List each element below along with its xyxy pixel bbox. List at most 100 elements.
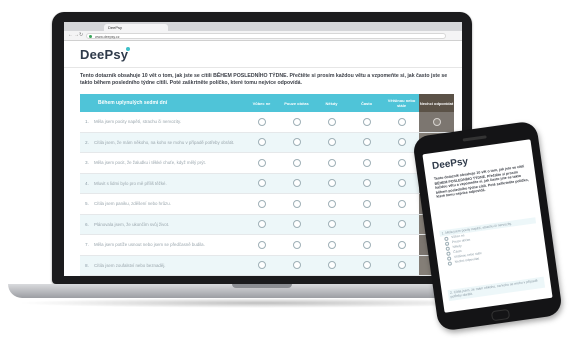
answer-radio[interactable] — [257, 199, 266, 208]
answer-radio[interactable] — [327, 138, 336, 147]
answer-radio[interactable] — [257, 117, 266, 126]
answer-radio[interactable] — [257, 261, 266, 270]
answer-radio[interactable] — [362, 261, 371, 270]
page: DeePsy Tento dotazník obsahuje 10 vět o … — [64, 41, 462, 276]
table-row: 6. Plánovala jsem, že ukončím svůj život. — [80, 214, 454, 235]
answer-radio[interactable] — [327, 179, 336, 188]
browser-toolbar: ← → ↻ www.deepsy.cz — [64, 31, 462, 41]
question-text: Cítila jsem paniku, zděšení nebo hrůzu. — [94, 193, 244, 215]
answer-cell — [349, 132, 384, 153]
answer-radio[interactable] — [362, 220, 371, 229]
answer-radio[interactable] — [362, 117, 371, 126]
answer-cell — [349, 112, 384, 133]
column-header: Vůbec ne — [244, 94, 279, 112]
laptop-notch — [232, 284, 292, 288]
answer-cell — [349, 152, 384, 174]
answer-radio[interactable] — [362, 158, 371, 167]
site-header: DeePsy — [64, 41, 462, 68]
answer-radio[interactable] — [292, 117, 301, 126]
answer-cell — [279, 214, 314, 235]
answer-radio[interactable] — [327, 117, 336, 126]
answer-cell — [384, 112, 419, 133]
answer-radio[interactable] — [292, 158, 301, 167]
answer-cell — [314, 112, 349, 133]
answer-radio[interactable] — [292, 240, 301, 249]
answer-radio[interactable] — [432, 117, 441, 126]
answer-cell — [384, 255, 419, 276]
question-number: 4. — [80, 173, 94, 194]
answer-radio[interactable] — [257, 220, 266, 229]
answer-radio[interactable] — [257, 138, 266, 147]
answer-radio[interactable] — [327, 158, 336, 167]
answer-radio[interactable] — [292, 220, 301, 229]
answer-radio[interactable] — [292, 261, 301, 270]
question-number: 1. — [80, 112, 94, 133]
answer-radio[interactable] — [362, 138, 371, 147]
answer-cell — [244, 193, 279, 215]
back-icon[interactable]: ← — [68, 32, 73, 39]
answer-radio[interactable] — [327, 220, 336, 229]
answer-cell — [314, 234, 349, 256]
answer-cell — [384, 234, 419, 256]
mobile-logo[interactable]: DeePsy — [431, 156, 468, 172]
answer-radio[interactable] — [397, 240, 406, 249]
answer-cell — [279, 152, 314, 174]
phone-speaker — [462, 135, 487, 142]
answer-radio[interactable] — [397, 138, 406, 147]
answer-radio[interactable] — [257, 240, 266, 249]
answer-cell — [244, 132, 279, 153]
answer-cell — [349, 214, 384, 235]
answer-radio[interactable] — [327, 199, 336, 208]
answer-radio[interactable] — [397, 117, 406, 126]
answer-radio[interactable] — [397, 199, 406, 208]
address-bar[interactable]: www.deepsy.cz — [86, 32, 446, 39]
table-row: 5. Cítila jsem paniku, zděšení nebo hrůzu… — [80, 193, 454, 215]
mobile-question-1: 1. Měla jsem pocity napětí, strachu či n… — [439, 217, 540, 267]
answer-radio[interactable] — [257, 158, 266, 167]
answer-radio[interactable] — [397, 261, 406, 270]
answer-radio[interactable] — [397, 179, 406, 188]
answer-cell — [244, 234, 279, 256]
home-button[interactable] — [490, 308, 511, 322]
answer-radio[interactable] — [327, 240, 336, 249]
answer-cell — [419, 112, 454, 133]
phone-frame: DeePsy Tento dotazník obsahuje 10 vět o … — [411, 120, 564, 332]
answer-radio[interactable] — [362, 240, 371, 249]
answer-cell — [279, 173, 314, 194]
reload-icon[interactable]: ↻ — [79, 32, 83, 39]
answer-cell — [279, 112, 314, 133]
answer-cell — [244, 255, 279, 276]
question-number: 8. — [80, 255, 94, 276]
question-text: Měla jsem potíže usnout nebo jsem se pře… — [94, 234, 244, 256]
column-header: Pouze občas — [279, 94, 314, 112]
answer-radio[interactable] — [292, 199, 301, 208]
table-row: 1. Měla jsem pocity napětí, strachu či ne… — [80, 112, 454, 133]
questionnaire-intro: Tento dotazník obsahuje 10 vět o tom, ja… — [80, 73, 448, 86]
answer-cell — [314, 132, 349, 153]
answer-cell — [279, 255, 314, 276]
answer-cell — [279, 132, 314, 153]
browser-tabbar: DeePsy — [64, 22, 462, 31]
answer-radio[interactable] — [257, 179, 266, 188]
answer-cell — [314, 193, 349, 215]
question-text: Měla jsem pocit, že žaludku i těkké chuť… — [94, 152, 244, 174]
answer-radio[interactable] — [362, 179, 371, 188]
answer-radio[interactable] — [292, 138, 301, 147]
answer-radio[interactable] — [447, 260, 453, 266]
answer-cell — [384, 173, 419, 194]
table-row: 4. Mluvit s lidmi bylo pro mě příliš těžk… — [80, 173, 454, 194]
answer-radio[interactable] — [397, 158, 406, 167]
secure-icon — [89, 34, 92, 38]
answer-cell — [349, 193, 384, 215]
question-number: 3. — [80, 152, 94, 174]
answer-radio[interactable] — [362, 199, 371, 208]
answer-radio[interactable] — [397, 220, 406, 229]
answer-cell — [244, 112, 279, 133]
browser-tab[interactable]: DeePsy — [104, 24, 168, 31]
logo[interactable]: DeePsy — [80, 47, 128, 62]
answer-radio[interactable] — [327, 261, 336, 270]
table-row: 3. Měla jsem pocit, že žaludku i těkké ch… — [80, 152, 454, 174]
questionnaire-table: Během uplynulých sedmi dní Vůbec ne Pouz… — [80, 94, 454, 276]
answer-radio[interactable] — [292, 179, 301, 188]
question-number: 6. — [80, 214, 94, 235]
